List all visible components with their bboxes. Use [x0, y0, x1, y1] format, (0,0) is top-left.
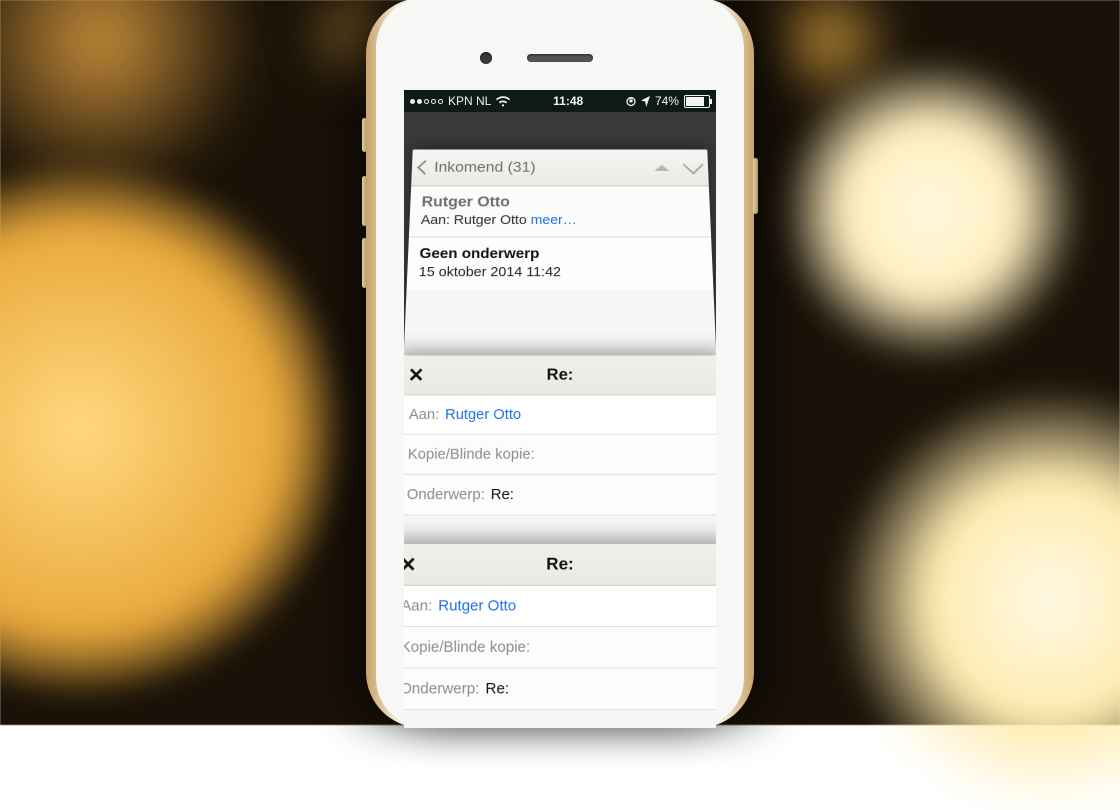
carrier-label: KPN NL [448, 94, 491, 108]
subject-row[interactable]: Onderwerp: Re: [404, 475, 716, 516]
orientation-lock-icon [626, 96, 636, 107]
back-button[interactable]: Inkomend (31) [419, 159, 536, 176]
compose-header: ✕ Re: [404, 544, 716, 586]
prev-message-button[interactable] [654, 164, 669, 170]
cc-bcc-label: Kopie/Blinde kopie: [404, 638, 530, 656]
location-icon [641, 96, 650, 107]
earpiece-speaker [527, 54, 593, 62]
battery-pct-label: 74% [655, 94, 679, 108]
subject-block: Geen onderwerp 15 oktober 2014 11:42 [407, 237, 714, 289]
compose-title: Re: [404, 554, 716, 574]
clock-label: 11:48 [553, 94, 583, 108]
subject-field-label: Onderwerp: [407, 486, 485, 503]
more-link[interactable]: meer… [531, 213, 577, 228]
to-row[interactable]: Aan: Rutger Otto [404, 395, 716, 434]
chevron-left-icon [417, 160, 433, 175]
subject-row[interactable]: Onderwerp: Re: [404, 668, 716, 710]
subject-field-label: Onderwerp: [404, 680, 479, 698]
status-bar: KPN NL 11:48 74% [404, 90, 716, 112]
compose-draft-card[interactable]: ✕ Re: Aan: Rutger Otto Kopie/Blinde kopi… [404, 544, 716, 728]
cc-bcc-row[interactable]: Kopie/Blinde kopie: [404, 627, 716, 668]
compose-title: Re: [404, 365, 716, 384]
to-name: Rutger Otto [454, 213, 527, 228]
to-recipient: Rutger Otto [438, 597, 516, 614]
draft-switcher-stage: Inkomend (31) Rutger Otto Aan: Rutger Ot… [404, 112, 716, 728]
compose-header: ✕ Re: [404, 355, 716, 395]
screen: KPN NL 11:48 74% Inkomen [404, 90, 716, 728]
cc-bcc-row[interactable]: Kopie/Blinde kopie: [404, 435, 716, 475]
back-label: Inkomend (31) [434, 159, 536, 176]
to-label: Aan: [404, 597, 432, 614]
nav-bar: Inkomend (31) [411, 150, 709, 187]
date-label: 15 oktober 2014 11:42 [418, 264, 701, 279]
to-row[interactable]: Aan: Rutger Otto [404, 586, 716, 627]
power-button [753, 158, 758, 214]
to-prefix: Aan: [421, 213, 451, 228]
subject-field-value: Re: [485, 680, 509, 698]
recipient-line: Aan: Rutger Otto meer… [421, 213, 700, 228]
volume-up-button [362, 176, 367, 226]
mute-switch [362, 118, 367, 152]
front-camera [480, 52, 492, 64]
subject-field-value: Re: [491, 486, 514, 503]
close-button[interactable]: ✕ [404, 552, 417, 578]
to-recipient: Rutger Otto [445, 406, 521, 423]
close-button[interactable]: ✕ [408, 363, 425, 387]
iphone-device: KPN NL 11:48 74% Inkomen [366, 0, 754, 728]
signal-dots-icon [410, 99, 443, 104]
to-label: Aan: [409, 406, 440, 423]
cc-bcc-label: Kopie/Blinde kopie: [408, 446, 535, 463]
subject-label: Geen onderwerp [419, 246, 701, 262]
volume-down-button [362, 238, 367, 288]
next-message-button[interactable] [683, 155, 704, 174]
wifi-icon [496, 96, 510, 107]
battery-icon [684, 95, 710, 108]
sender-label: Rutger Otto [421, 193, 698, 210]
message-header: Rutger Otto Aan: Rutger Otto meer… [409, 186, 711, 237]
